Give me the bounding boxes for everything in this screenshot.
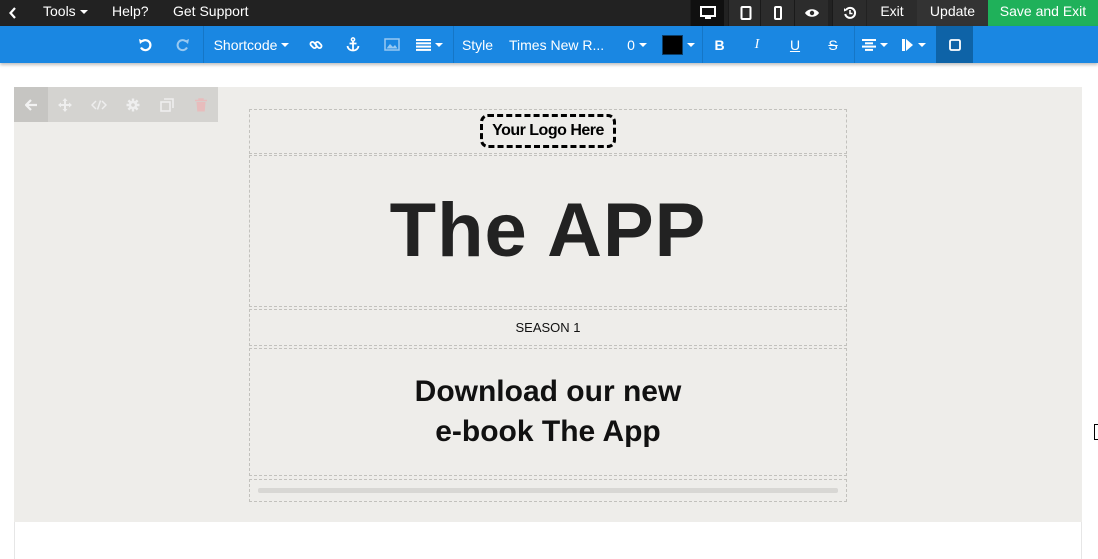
- image-button[interactable]: [380, 26, 404, 63]
- tools-menu-label: Tools: [43, 3, 76, 19]
- shortcode-dropdown[interactable]: Shortcode: [203, 26, 299, 63]
- help-menu-label: Help?: [112, 3, 149, 19]
- gear-icon: [126, 98, 140, 111]
- select-parent-button[interactable]: [14, 87, 48, 122]
- italic-button[interactable]: I: [740, 26, 774, 63]
- mobile-icon: [773, 6, 782, 20]
- preview-eye-icon: [804, 9, 819, 17]
- mouse-cursor: [1094, 424, 1098, 440]
- paragraph-lines-icon: [415, 38, 431, 51]
- redo-icon: [176, 38, 189, 51]
- undo-icon: [139, 38, 152, 51]
- font-size-dropdown[interactable]: 0: [620, 26, 654, 63]
- bold-button[interactable]: B: [702, 26, 736, 63]
- chevron-down-icon: [638, 42, 647, 47]
- history-icon: [843, 6, 856, 19]
- style-dropdown[interactable]: Style: [453, 26, 501, 63]
- anchor-icon: [346, 37, 360, 52]
- headline-text[interactable]: The APP: [250, 188, 846, 274]
- align-dropdown[interactable]: [854, 26, 894, 63]
- font-size-label: 0: [627, 36, 635, 53]
- cta-text[interactable]: Download our new e-book The App: [250, 372, 846, 452]
- desktop-view-button[interactable]: [690, 0, 724, 26]
- cta-line-1: Download our new: [414, 375, 682, 408]
- tools-menu[interactable]: Tools: [43, 0, 88, 26]
- color-swatch: [661, 34, 683, 55]
- text-color-picker[interactable]: [660, 26, 696, 63]
- duplicate-icon: [160, 97, 174, 112]
- tablet-icon: [740, 6, 751, 20]
- chevron-down-icon: [918, 42, 926, 47]
- help-menu[interactable]: Help?: [112, 0, 149, 26]
- chevron-down-icon: [686, 42, 695, 47]
- cta-line-2: e-book The App: [435, 415, 661, 448]
- logo-placeholder[interactable]: Your Logo Here: [480, 114, 616, 148]
- code-icon: [91, 99, 107, 110]
- anchor-button[interactable]: [341, 26, 365, 63]
- style-label: Style: [461, 36, 494, 53]
- duplicate-block-button[interactable]: [150, 87, 184, 122]
- arrow-left-icon: [24, 98, 37, 111]
- link-button[interactable]: [304, 26, 328, 63]
- delete-block-button[interactable]: [184, 87, 218, 122]
- align-center-icon: [861, 38, 876, 51]
- chevron-down-icon: [79, 10, 88, 15]
- redo-button[interactable]: [168, 26, 198, 63]
- save-and-exit-button[interactable]: Save and Exit: [988, 0, 1098, 26]
- update-button[interactable]: Update: [917, 0, 988, 26]
- shortcode-label: Shortcode: [213, 36, 278, 53]
- top-bar: Tools Help? Get Support Exit Update Save…: [0, 0, 1098, 26]
- desktop-icon: [699, 6, 716, 19]
- preview-button[interactable]: [794, 0, 828, 26]
- block-toolbar: [14, 87, 218, 122]
- strikethrough-button[interactable]: S: [816, 26, 850, 63]
- block-settings-button[interactable]: [116, 87, 150, 122]
- bold-label: B: [714, 36, 725, 53]
- back-chevron-icon[interactable]: [0, 0, 26, 26]
- undo-button[interactable]: [130, 26, 160, 63]
- trash-icon: [195, 97, 207, 111]
- tablet-view-button[interactable]: [728, 0, 762, 26]
- move-icon: [58, 97, 72, 112]
- get-support-label: Get Support: [173, 3, 249, 19]
- underline-label: U: [789, 36, 801, 53]
- chevron-down-icon: [281, 42, 290, 47]
- get-support-link[interactable]: Get Support: [173, 0, 249, 26]
- font-family-dropdown[interactable]: Times New R...: [506, 26, 612, 63]
- move-block-button[interactable]: [48, 87, 82, 122]
- mobile-view-button[interactable]: [760, 0, 794, 26]
- editor-toolbar: Shortcode Style Times New R... 0 B I U S: [0, 26, 1098, 63]
- divider-bar: [258, 488, 838, 493]
- chevron-down-icon: [879, 42, 888, 47]
- insert-block-icon: [902, 38, 913, 51]
- insert-dropdown[interactable]: [896, 26, 932, 63]
- paragraph-format-dropdown[interactable]: [413, 26, 445, 63]
- canvas-lower-area: [14, 522, 1082, 559]
- edit-code-button[interactable]: [82, 87, 116, 122]
- history-button[interactable]: [832, 0, 866, 26]
- chevron-down-icon: [434, 42, 443, 47]
- square-icon: [948, 38, 961, 51]
- html-view-toggle[interactable]: [936, 26, 973, 63]
- strikethrough-label: S: [828, 36, 838, 53]
- season-text[interactable]: SEASON 1: [250, 320, 846, 335]
- exit-button[interactable]: Exit: [867, 0, 917, 26]
- link-icon: [309, 40, 323, 49]
- italic-label: I: [754, 36, 760, 52]
- underline-button[interactable]: U: [778, 26, 812, 63]
- font-family-label: Times New R...: [509, 36, 605, 53]
- image-icon: [384, 38, 400, 51]
